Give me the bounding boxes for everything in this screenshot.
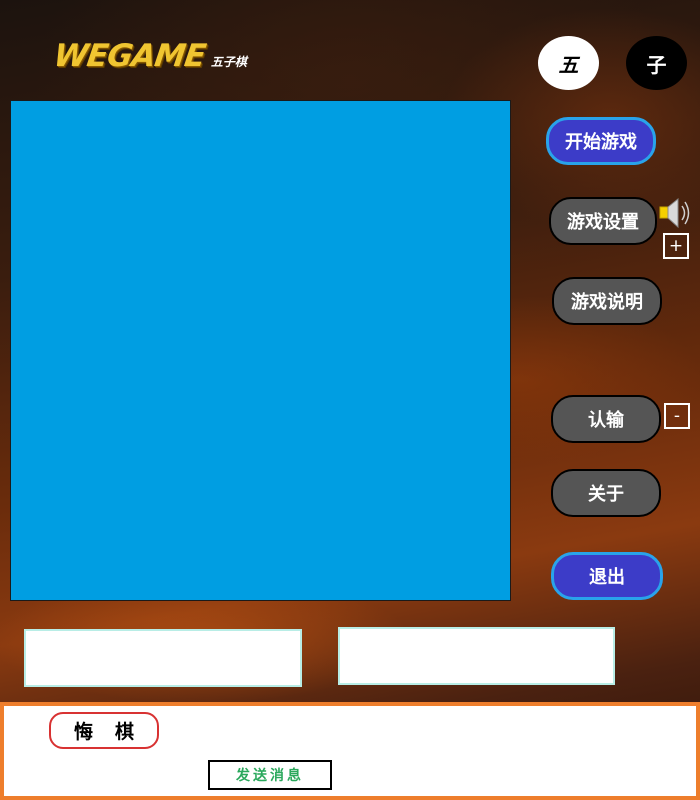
quit-button[interactable]: 退出 — [551, 552, 663, 600]
player-info-box-right — [338, 627, 615, 685]
start-game-button[interactable]: 开始游戏 — [546, 117, 656, 165]
white-stone-indicator: 五 — [538, 36, 599, 90]
volume-down-button[interactable]: - — [664, 403, 690, 429]
player-info-box-left — [24, 629, 302, 687]
black-stone-indicator: 子 — [626, 36, 687, 90]
speaker-icon[interactable] — [658, 196, 692, 230]
send-message-button[interactable]: 发送消息 — [208, 760, 332, 790]
game-board[interactable] — [10, 100, 511, 601]
logo-title: WEGAME — [51, 38, 208, 74]
game-settings-button[interactable]: 游戏设置 — [549, 197, 657, 245]
undo-move-button[interactable]: 悔棋 — [49, 712, 159, 749]
logo-subtitle: 五子棋 — [210, 55, 247, 69]
game-help-button[interactable]: 游戏说明 — [552, 277, 662, 325]
about-button[interactable]: 关于 — [551, 469, 661, 517]
volume-up-button[interactable]: + — [663, 233, 689, 259]
resign-button[interactable]: 认输 — [551, 395, 661, 443]
wegame-logo: WEGAME 五子棋 — [51, 38, 247, 74]
